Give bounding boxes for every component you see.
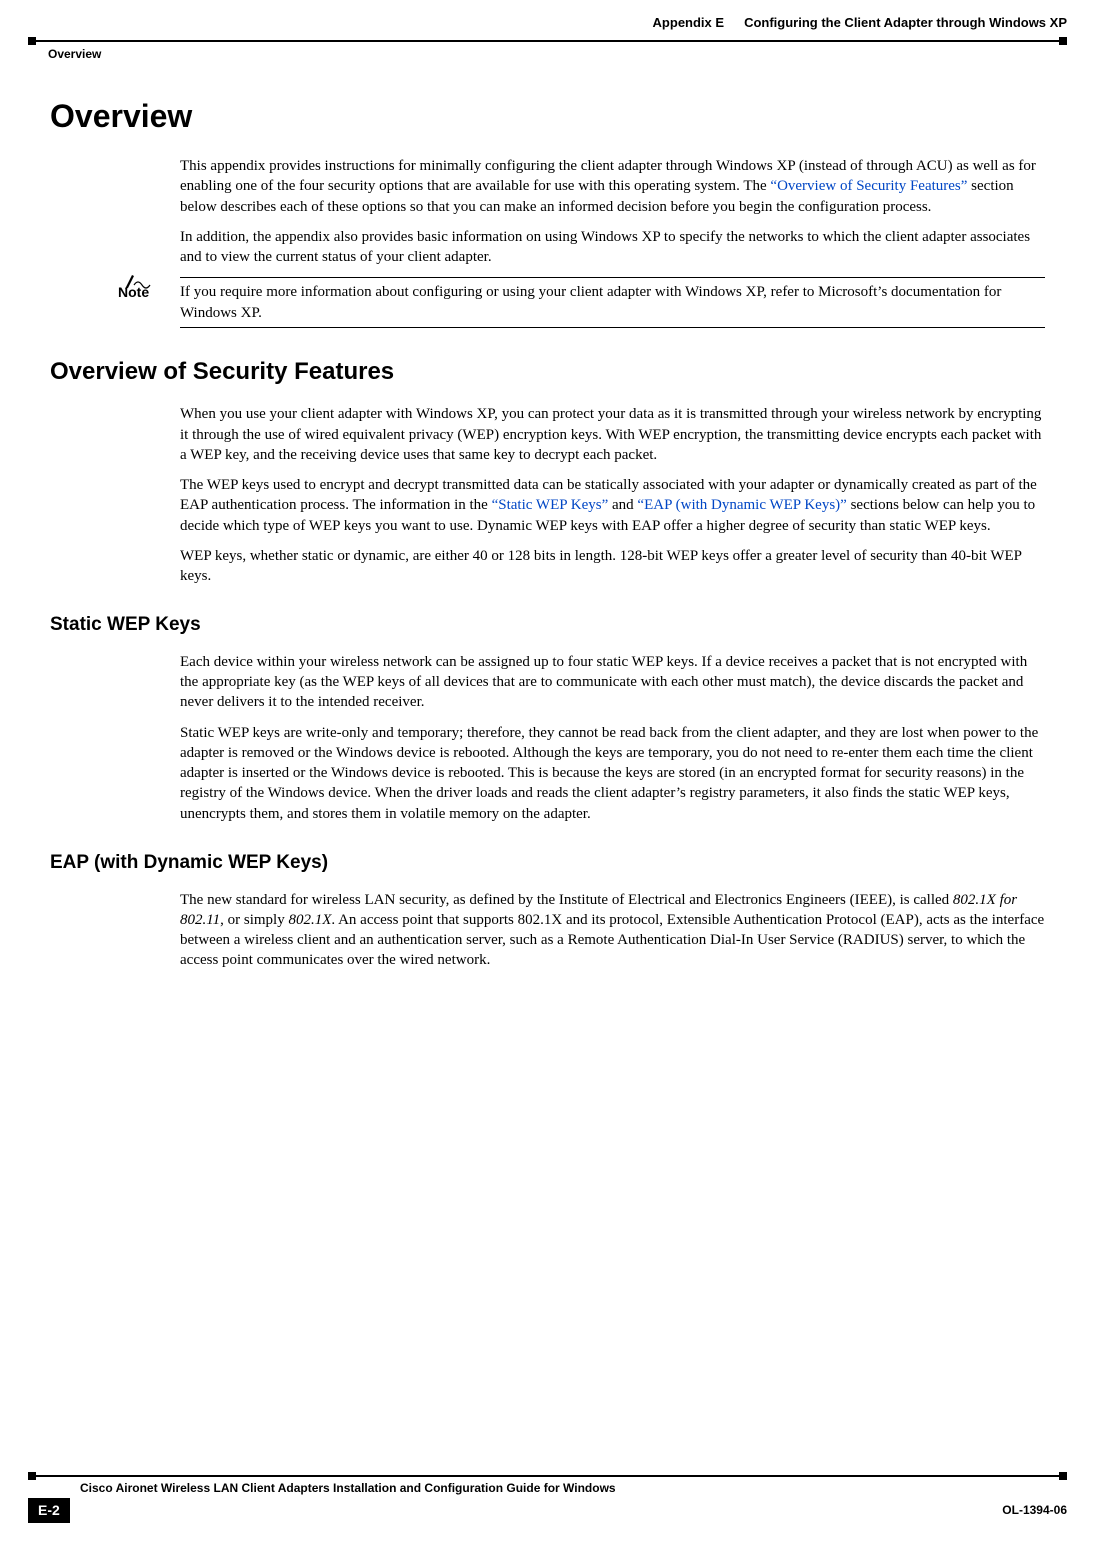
document-id: OL-1394-06 — [1002, 1502, 1067, 1518]
page-number: E-2 — [28, 1498, 70, 1523]
header-appendix: Appendix E — [653, 14, 725, 32]
footer-rule — [28, 1475, 1067, 1477]
page-content: Overview This appendix provides instruct… — [50, 95, 1045, 981]
header-tick-right — [1059, 37, 1067, 45]
overview-paragraph-1: This appendix provides instructions for … — [180, 156, 1045, 217]
footer-book-title: Cisco Aironet Wireless LAN Client Adapte… — [80, 1480, 1067, 1496]
note-icon — [124, 273, 154, 295]
link-static-wep-keys[interactable]: “Static WEP Keys” — [492, 497, 609, 513]
note-text: If you require more information about co… — [180, 282, 1045, 323]
eap-paragraph-1: The new standard for wireless LAN securi… — [180, 890, 1045, 971]
header-title: Configuring the Client Adapter through W… — [744, 14, 1067, 32]
note-block: Note If you require more information abo… — [118, 277, 1045, 328]
link-eap-dynamic-wep-keys[interactable]: “EAP (with Dynamic WEP Keys)” — [637, 497, 846, 513]
header-tick-left — [28, 37, 36, 45]
overview-paragraph-2: In addition, the appendix also provides … — [180, 227, 1045, 268]
static-paragraph-1: Each device within your wireless network… — [180, 652, 1045, 713]
link-overview-security-features[interactable]: “Overview of Security Features” — [770, 178, 967, 194]
footer-tick-left — [28, 1472, 36, 1480]
italic-8021x: 802.1X — [288, 912, 331, 928]
heading-security-features: Overview of Security Features — [50, 356, 1045, 388]
security-paragraph-3: WEP keys, whether static or dynamic, are… — [180, 546, 1045, 587]
header-rule — [28, 40, 1067, 42]
security-paragraph-2: The WEP keys used to encrypt and decrypt… — [180, 475, 1045, 536]
page-header: Appendix E Configuring the Client Adapte… — [0, 14, 1095, 32]
header-section: Overview — [48, 46, 101, 62]
heading-eap-dynamic-wep-keys: EAP (with Dynamic WEP Keys) — [50, 850, 1045, 876]
page-footer: Cisco Aironet Wireless LAN Client Adapte… — [28, 1475, 1067, 1523]
heading-overview: Overview — [50, 95, 1045, 138]
footer-tick-right — [1059, 1472, 1067, 1480]
static-paragraph-2: Static WEP keys are write-only and tempo… — [180, 723, 1045, 824]
security-paragraph-1: When you use your client adapter with Wi… — [180, 404, 1045, 465]
heading-static-wep-keys: Static WEP Keys — [50, 612, 1045, 638]
